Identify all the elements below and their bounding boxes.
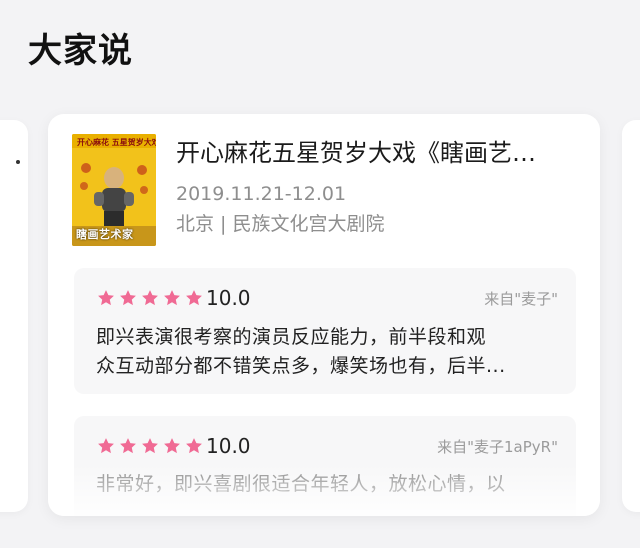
star-icon bbox=[120, 438, 136, 454]
review-text: 即兴表演很考察的演员反应能力，前半段和观 众互动部分都不错笑点多，爆笑场也有，后… bbox=[96, 323, 548, 381]
show-date: 2019.11.21-12.01 bbox=[176, 183, 347, 205]
review-score: 10.0 bbox=[206, 286, 251, 310]
review-source: 来自"麦子1aPyR" bbox=[437, 438, 558, 456]
review-text-line: 即兴表演很考察的演员反应能力，前半段和观 bbox=[96, 326, 487, 348]
poster-caption: 瞎画艺术家 bbox=[76, 228, 134, 241]
star-icon bbox=[186, 290, 202, 306]
star-rating bbox=[96, 436, 204, 456]
star-icon bbox=[142, 290, 158, 306]
show-review-card[interactable]: 开心麻花 五星贺岁大戏 瞎画艺术家 开心麻花五星贺岁大戏《瞎画艺… 2019.1… bbox=[48, 114, 600, 516]
previous-card-peek[interactable] bbox=[0, 120, 28, 512]
star-icon bbox=[186, 438, 202, 454]
review-text: 非常好，即兴喜剧很适合年轻人，放松心情，以 bbox=[96, 470, 548, 499]
star-icon bbox=[98, 290, 114, 306]
show-poster[interactable]: 开心麻花 五星贺岁大戏 瞎画艺术家 bbox=[72, 134, 156, 246]
review-item[interactable]: 10.0 来自"麦子1aPyR" 非常好，即兴喜剧很适合年轻人，放松心情，以 bbox=[74, 416, 576, 516]
star-icon bbox=[120, 290, 136, 306]
next-card-peek[interactable] bbox=[622, 120, 640, 512]
star-rating bbox=[96, 288, 204, 308]
star-icon bbox=[164, 290, 180, 306]
review-score: 10.0 bbox=[206, 434, 251, 458]
review-text-line: 众互动部分都不错笑点多，爆笑场也有，后半... bbox=[96, 355, 506, 377]
section-title: 大家说 bbox=[28, 31, 133, 71]
poster-top-text: 开心麻花 五星贺岁大戏 bbox=[77, 138, 156, 147]
review-text-line: 非常好，即兴喜剧很适合年轻人，放松心情，以 bbox=[96, 473, 506, 495]
review-item[interactable]: 10.0 来自"麦子" 即兴表演很考察的演员反应能力，前半段和观 众互动部分都不… bbox=[74, 268, 576, 394]
review-source: 来自"麦子" bbox=[484, 290, 558, 308]
star-icon bbox=[98, 438, 114, 454]
star-icon bbox=[164, 438, 180, 454]
star-icon bbox=[142, 438, 158, 454]
show-venue: 北京 | 民族文化宫大剧院 bbox=[176, 213, 385, 235]
show-title[interactable]: 开心麻花五星贺岁大戏《瞎画艺… bbox=[176, 138, 580, 168]
